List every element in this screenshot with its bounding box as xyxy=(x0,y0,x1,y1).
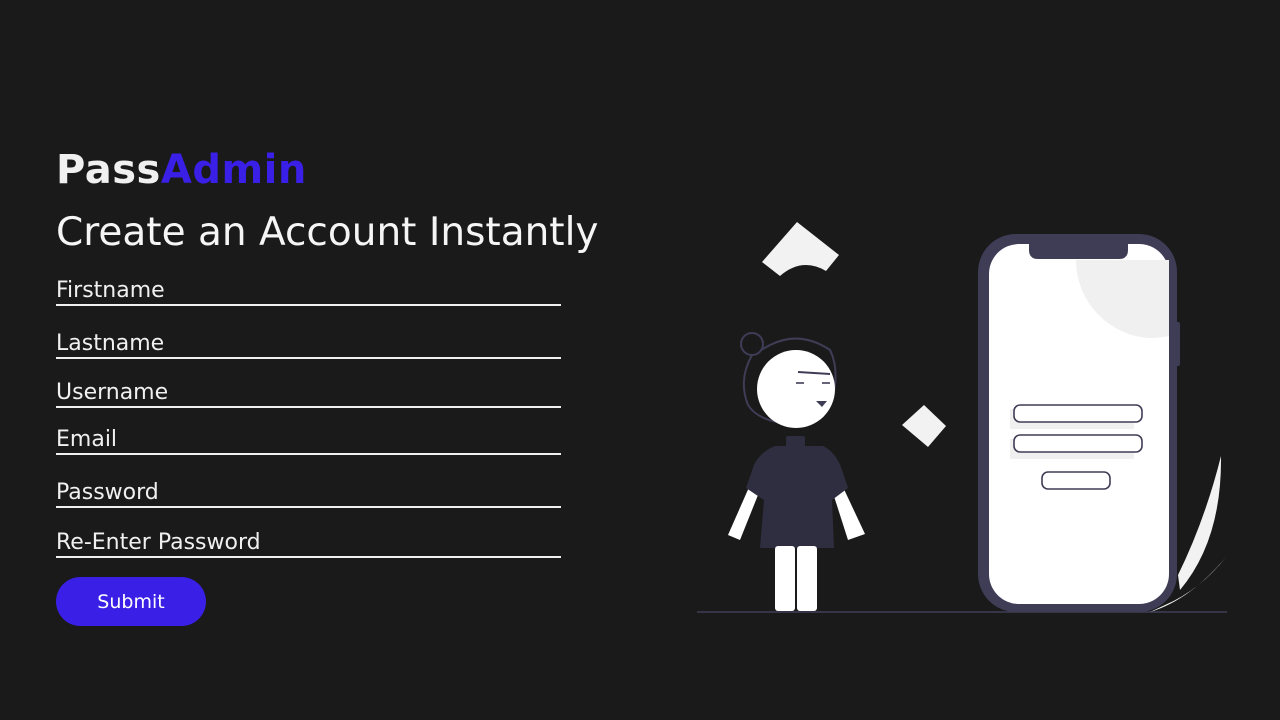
phone-side-button xyxy=(1175,322,1180,366)
phone-notch xyxy=(1029,236,1128,259)
phone-input-2 xyxy=(1013,434,1143,453)
person-leg-right xyxy=(797,546,817,611)
person-head xyxy=(757,350,835,428)
page-title: Create an Account Instantly xyxy=(56,210,599,255)
phone-button xyxy=(1041,471,1111,490)
password-field[interactable] xyxy=(56,478,561,508)
floating-shape-middle xyxy=(902,405,946,447)
brand-logo: PassAdmin xyxy=(56,146,307,194)
lastname-field[interactable] xyxy=(56,329,561,359)
person xyxy=(728,332,865,611)
person-hair-bun xyxy=(740,332,764,356)
submit-button[interactable]: Submit xyxy=(56,577,206,626)
person-leg-left xyxy=(775,546,795,611)
username-field[interactable] xyxy=(56,378,561,408)
signup-page: PassAdmin Create an Account Instantly Su… xyxy=(0,0,1280,720)
person-with-phone-login-illustration xyxy=(697,222,1227,613)
phone xyxy=(978,234,1180,612)
phone-input-1 xyxy=(1013,404,1143,423)
person-body xyxy=(746,446,848,548)
email-field[interactable] xyxy=(56,425,561,455)
brand-name-part1: Pass xyxy=(56,147,161,193)
reenter-password-field[interactable] xyxy=(56,528,561,558)
firstname-field[interactable] xyxy=(56,276,561,306)
brand-name-part2: Admin xyxy=(160,147,307,193)
floating-shape-top xyxy=(762,222,839,276)
